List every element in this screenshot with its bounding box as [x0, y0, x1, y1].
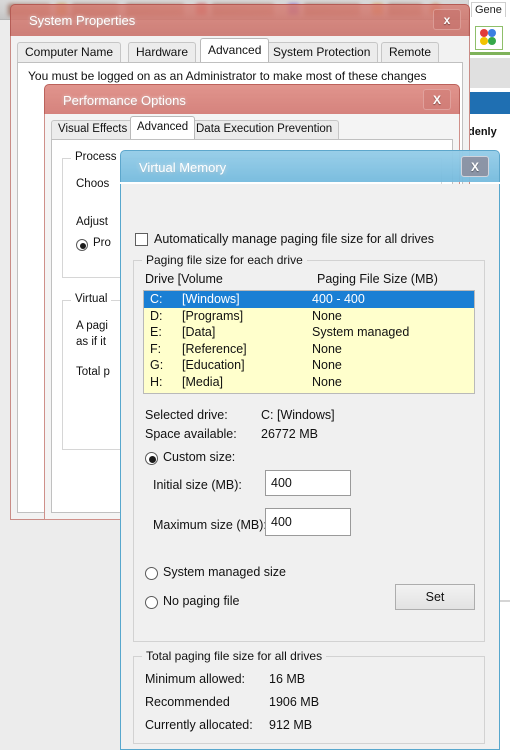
virtual-memory-titlebar[interactable]: Virtual Memory X — [120, 150, 500, 182]
tab-visual-effects[interactable]: Visual Effects — [51, 120, 135, 139]
background-blue-strip — [468, 92, 510, 114]
drive-volume: [Media] — [182, 374, 223, 389]
background-partial-text: denly — [468, 126, 497, 138]
colorful-app-icon — [475, 26, 503, 50]
drive-letter: C: — [150, 292, 163, 307]
space-available-label: Space available: — [145, 427, 237, 441]
performance-options-titlebar[interactable]: Performance Options X — [44, 84, 460, 116]
currently-allocated-label: Currently allocated: — [145, 718, 253, 732]
table-row[interactable]: G: [Education] None — [144, 357, 474, 374]
tab-advanced[interactable]: Advanced — [200, 38, 270, 62]
performance-options-title: Performance Options — [63, 93, 186, 108]
drive-paging-size: None — [312, 374, 342, 389]
virtual-memory-client: Automatically manage paging file size fo… — [120, 184, 500, 750]
initial-size-input[interactable]: 400 — [265, 470, 351, 496]
minimum-allowed-value: 16 MB — [269, 672, 306, 686]
system-managed-size-label: System managed size — [163, 565, 286, 579]
column-header-drive-volume: Drive [Volume — [145, 272, 223, 286]
virtual-desc-line2: as if it — [76, 336, 107, 348]
drive-volume: [Windows] — [182, 292, 240, 307]
drive-volume: [Education] — [182, 358, 245, 373]
processor-choose-line: Choos — [76, 178, 110, 190]
drive-paging-size: None — [312, 308, 342, 323]
maximum-size-input[interactable]: 400 — [265, 508, 351, 536]
selected-drive-label: Selected drive: — [145, 408, 228, 422]
no-paging-file-label: No paging file — [163, 594, 240, 608]
tab-data-execution-prevention[interactable]: Data Execution Prevention — [189, 120, 340, 139]
tab-system-protection[interactable]: System Protection — [265, 42, 379, 62]
set-button[interactable]: Set — [395, 584, 475, 610]
space-available-value: 26772 MB — [261, 427, 318, 441]
drive-paging-size: 400 - 400 — [312, 292, 365, 307]
system-properties-titlebar[interactable]: System Properties x — [10, 4, 470, 36]
administrator-note: You must be logged on as an Administrato… — [28, 69, 427, 83]
virtual-memory-title: Virtual Memory — [139, 160, 227, 175]
system-properties-title: System Properties — [29, 13, 136, 28]
tab-remote[interactable]: Remote — [381, 42, 440, 62]
selected-drive-value: C: [Windows] — [261, 408, 335, 422]
virtual-memory-close-icon[interactable]: X — [461, 156, 489, 177]
drive-letter: H: — [150, 374, 163, 389]
drive-paging-size: None — [312, 358, 342, 373]
drive-volume: [Reference] — [182, 341, 247, 356]
programs-radio-label: Pro — [93, 237, 111, 249]
column-header-paging-file-size: Paging File Size (MB) — [317, 272, 438, 286]
auto-manage-row[interactable]: Automatically manage paging file size fo… — [135, 232, 434, 246]
virtual-memory-group-title: Virtual — [71, 293, 112, 305]
drive-letter: G: — [150, 358, 164, 373]
drive-paging-size: System managed — [312, 325, 410, 340]
system-properties-close-icon[interactable]: x — [433, 9, 461, 30]
tab-hardware[interactable]: Hardware — [128, 42, 197, 62]
tab-po-advanced[interactable]: Advanced — [130, 116, 196, 139]
custom-size-label: Custom size: — [163, 450, 236, 464]
minimum-allowed-label: Minimum allowed: — [145, 672, 246, 686]
currently-allocated-value: 912 MB — [269, 718, 313, 732]
initial-size-label: Initial size (MB): — [153, 478, 242, 492]
drive-letter: F: — [150, 341, 162, 356]
virtual-desc-line1: A pagi — [76, 320, 108, 332]
system-properties-tabstrip[interactable]: Computer Name Hardware Advanced System P… — [11, 36, 469, 62]
programs-radio[interactable] — [76, 239, 88, 251]
recommended-value: 1906 MB — [269, 695, 320, 709]
no-paging-file-radio[interactable] — [145, 596, 158, 609]
drive-volume: [Programs] — [182, 308, 244, 323]
background-green-rule — [468, 52, 510, 55]
recommended-label: Recommended — [145, 695, 230, 709]
maximum-size-label: Maximum size (MB): — [153, 518, 267, 532]
performance-options-close-icon[interactable]: X — [423, 89, 451, 110]
processor-adjust-line: Adjust — [76, 216, 108, 228]
auto-manage-label: Automatically manage paging file size fo… — [154, 232, 434, 246]
system-managed-size-radio[interactable] — [145, 567, 158, 580]
virtual-total-line: Total p — [76, 366, 110, 378]
table-row[interactable]: H: [Media] None — [144, 374, 474, 391]
performance-options-tabstrip[interactable]: Visual Effects Advanced Data Execution P… — [45, 114, 459, 139]
paging-file-size-legend: Paging file size for each drive — [142, 253, 307, 267]
table-row[interactable]: E: [Data] System managed — [144, 324, 474, 341]
background-tab-general[interactable]: Gene — [471, 2, 506, 17]
screenshot-root: Gene denly System Properties x Computer … — [0, 0, 510, 750]
table-row[interactable]: C: [Windows] 400 - 400 — [144, 291, 474, 308]
drive-letter: D: — [150, 308, 163, 323]
drive-list[interactable]: C: [Windows] 400 - 400 D: [Programs] Non… — [143, 290, 475, 394]
auto-manage-checkbox[interactable] — [135, 232, 148, 246]
tab-computer-name[interactable]: Computer Name — [17, 42, 122, 62]
table-row[interactable]: D: [Programs] None — [144, 308, 474, 325]
processor-scheduling-title: Process — [71, 151, 121, 163]
custom-size-radio[interactable] — [145, 452, 158, 465]
table-row[interactable]: F: [Reference] None — [144, 341, 474, 358]
drive-letter: E: — [150, 325, 162, 340]
total-paging-legend: Total paging file size for all drives — [142, 649, 327, 663]
background-grey-block — [468, 58, 510, 88]
drive-volume: [Data] — [182, 325, 216, 340]
drive-paging-size: None — [312, 341, 342, 356]
virtual-memory-dialog[interactable]: Virtual Memory X Automatically manage pa… — [120, 150, 500, 750]
